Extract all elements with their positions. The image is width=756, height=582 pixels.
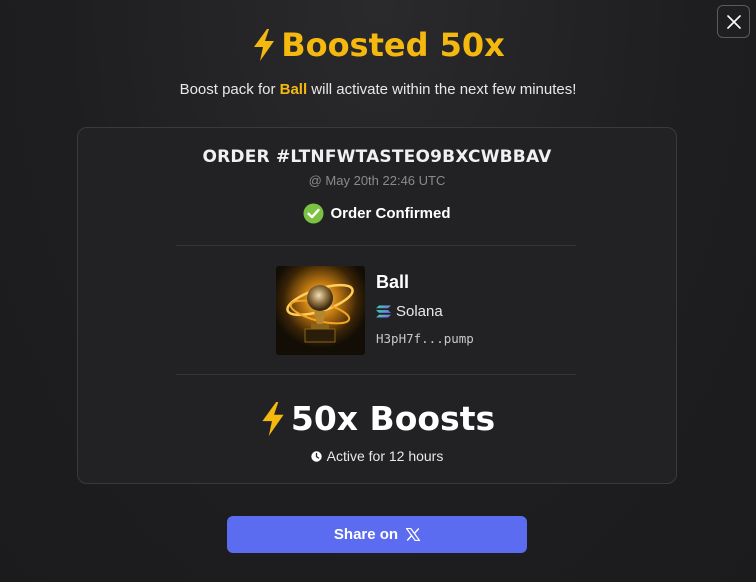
token-image [276,266,365,355]
subtitle-prefix: Boost pack for [179,81,280,98]
token-name: Ball [376,272,410,292]
divider [176,245,576,246]
token-chain: Solana [376,303,443,320]
subtitle: Boost pack for Ball will activate within… [0,81,756,98]
lightning-icon [254,29,275,61]
token-address[interactable]: H3pH7f...pump [376,331,474,346]
order-id: ORDER #LTNFWTASTEO9BXCWBBAV [202,147,552,167]
order-status-text: Order Confirmed [330,205,451,222]
order-time: @ May 20th 22:46 UTC [308,173,446,188]
solana-icon [376,305,391,318]
share-label: Share on [333,526,399,543]
x-logo-icon [406,528,421,541]
boost-label: 50x Boosts [290,399,496,438]
clock-icon [310,450,322,462]
share-on-x-button[interactable]: Share on [227,516,527,553]
check-circle-icon [303,203,324,224]
boost-duration: Active for 12 hours [78,448,676,464]
order-card: ORDER #LTNFWTASTEO9BXCWBBAV @ May 20th 2… [77,127,677,484]
token-chain-name: Solana [396,303,443,320]
order-status: Order Confirmed [78,203,676,224]
boost-duration-text: Active for 12 hours [326,448,444,464]
lightning-icon [262,401,284,436]
subtitle-suffix: will activate within the next few minute… [307,81,577,98]
divider [176,374,576,375]
modal-title: Boosted 50x [0,26,756,64]
title-text: Boosted 50x [281,26,505,64]
boost-amount: 50x Boosts [78,399,676,438]
subtitle-token: Ball [279,81,308,98]
